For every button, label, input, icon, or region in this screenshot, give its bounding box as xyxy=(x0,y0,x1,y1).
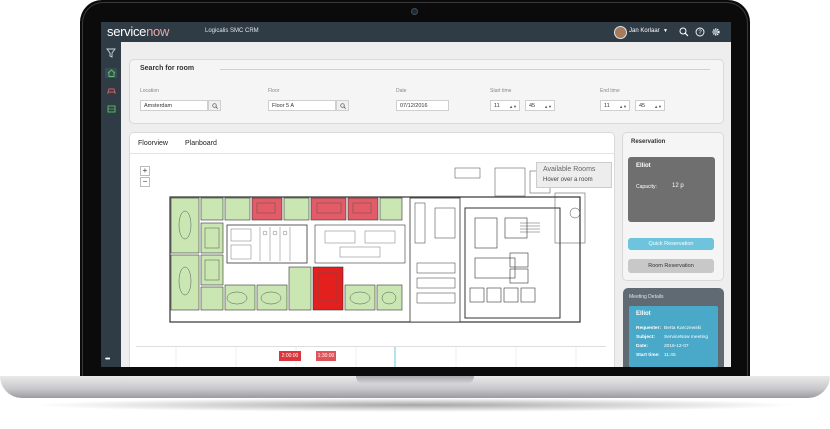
tooltip-subtitle: Hover over a room xyxy=(543,177,593,183)
more-icon[interactable]: ••• xyxy=(105,356,110,363)
meeting-room-name: Elliot xyxy=(636,311,651,317)
laptop-shadow xyxy=(30,398,800,412)
room-reservation-button[interactable]: Room Reservation xyxy=(628,259,714,273)
room-available[interactable] xyxy=(283,197,310,221)
laptop-notch xyxy=(356,376,474,384)
location-input[interactable]: Amsterdam xyxy=(140,100,208,111)
meeting-details-title: Meeting Details xyxy=(629,294,664,300)
start-time-row: Start time: 11:45 xyxy=(636,353,676,358)
app-header: servicenow Logicalis SMC CRM Jan Korlaar… xyxy=(101,22,731,42)
chevron-down-icon[interactable]: ▼ xyxy=(663,28,668,34)
start-time-label: Start time xyxy=(490,88,512,94)
room-available[interactable] xyxy=(288,266,312,311)
spinner-icon: ▲▼ xyxy=(509,104,517,109)
search-icon xyxy=(339,102,346,109)
end-hour-select[interactable]: 11 ▲▼ xyxy=(600,100,630,111)
search-panel: Search for room Location Amsterdam Floor… xyxy=(129,59,724,124)
screen: servicenow Logicalis SMC CRM Jan Korlaar… xyxy=(101,22,731,367)
timeline-grid xyxy=(175,347,577,367)
floorview-panel: Floorview Planboard + − Available Rooms … xyxy=(129,132,615,367)
room-available[interactable] xyxy=(379,197,403,221)
room-available[interactable] xyxy=(200,197,224,221)
spinner-icon: ▲▼ xyxy=(619,104,627,109)
spinner-icon: ▲▼ xyxy=(544,104,552,109)
spinner-icon: ▲▼ xyxy=(654,104,662,109)
divider xyxy=(130,153,614,154)
zoom-out-button[interactable]: − xyxy=(140,177,150,187)
capacity-value: 12 p xyxy=(672,183,684,189)
car-icon xyxy=(106,88,116,94)
end-time-label: End time xyxy=(600,88,620,94)
search-title: Search for room xyxy=(140,65,195,72)
meeting-details-panel: Meeting Details Elliot Requester: Berta K… xyxy=(623,288,724,367)
reservation-panel: Reservation Elliot Capacity: 12 p Quick … xyxy=(622,132,724,281)
room-icon xyxy=(107,105,115,113)
date-label: Date xyxy=(396,88,407,94)
date-input[interactable]: 07/12/2016 xyxy=(396,100,449,111)
meeting-card: Elliot Requester: Berta Karczewski Subjec… xyxy=(629,306,718,367)
sidebar-item-room[interactable] xyxy=(105,104,117,114)
date-row: Date: 2016-12-07 xyxy=(636,344,689,349)
location-label: Location xyxy=(140,88,159,94)
search-icon[interactable] xyxy=(679,27,689,37)
start-hour-select[interactable]: 11 ▲▼ xyxy=(490,100,520,111)
room-available[interactable] xyxy=(200,286,224,311)
sidebar: ••• xyxy=(101,42,121,367)
user-name[interactable]: Jan Korlaar xyxy=(629,28,660,34)
room-available[interactable] xyxy=(224,197,251,221)
reservation-title: Reservation xyxy=(631,139,666,145)
floor-label: Floor xyxy=(268,88,280,94)
location-search-button[interactable] xyxy=(208,100,221,111)
user-avatar[interactable] xyxy=(614,26,627,39)
room-booked[interactable] xyxy=(347,197,379,221)
app-name: Logicalis SMC CRM xyxy=(205,28,259,34)
filter-icon[interactable] xyxy=(105,48,117,58)
start-minute-select[interactable]: 45 ▲▼ xyxy=(525,100,555,111)
gear-icon[interactable] xyxy=(711,27,721,37)
quick-reservation-button[interactable]: Quick Reservation xyxy=(628,238,714,250)
timeline: 2:00:00 1:30:00 xyxy=(136,346,606,367)
help-icon[interactable]: ? xyxy=(695,27,705,37)
room-name: Elliot xyxy=(636,163,651,169)
room-booked[interactable] xyxy=(251,197,283,221)
floor-search-button[interactable] xyxy=(336,100,349,111)
zoom-in-button[interactable]: + xyxy=(140,166,150,176)
sidebar-item-car[interactable] xyxy=(105,86,117,96)
end-minute-select[interactable]: 45 ▲▼ xyxy=(635,100,665,111)
divider xyxy=(220,69,710,70)
tooltip-title: Available Rooms xyxy=(543,166,596,173)
requester-row: Requester: Berta Karczewski xyxy=(636,326,702,331)
room-card: Elliot Capacity: 12 p xyxy=(628,157,715,222)
timeline-booking[interactable]: 1:30:00 xyxy=(316,351,336,361)
room-selected[interactable] xyxy=(312,266,344,311)
sidebar-item-home[interactable] xyxy=(105,68,117,78)
tab-planboard[interactable]: Planboard xyxy=(185,140,217,147)
search-icon xyxy=(211,102,218,109)
webcam-icon xyxy=(411,8,418,15)
capacity-label: Capacity: xyxy=(636,184,657,190)
home-icon xyxy=(107,69,115,77)
tab-floorview[interactable]: Floorview xyxy=(138,140,168,147)
servicenow-logo[interactable]: servicenow xyxy=(107,24,169,39)
available-rooms-tooltip: Available Rooms Hover over a room xyxy=(536,162,612,188)
subject-row: Subject: ServiceNow meeting xyxy=(636,335,708,340)
timeline-booking[interactable]: 2:00:00 xyxy=(279,351,301,361)
floor-input[interactable]: Floor 5 A xyxy=(268,100,336,111)
